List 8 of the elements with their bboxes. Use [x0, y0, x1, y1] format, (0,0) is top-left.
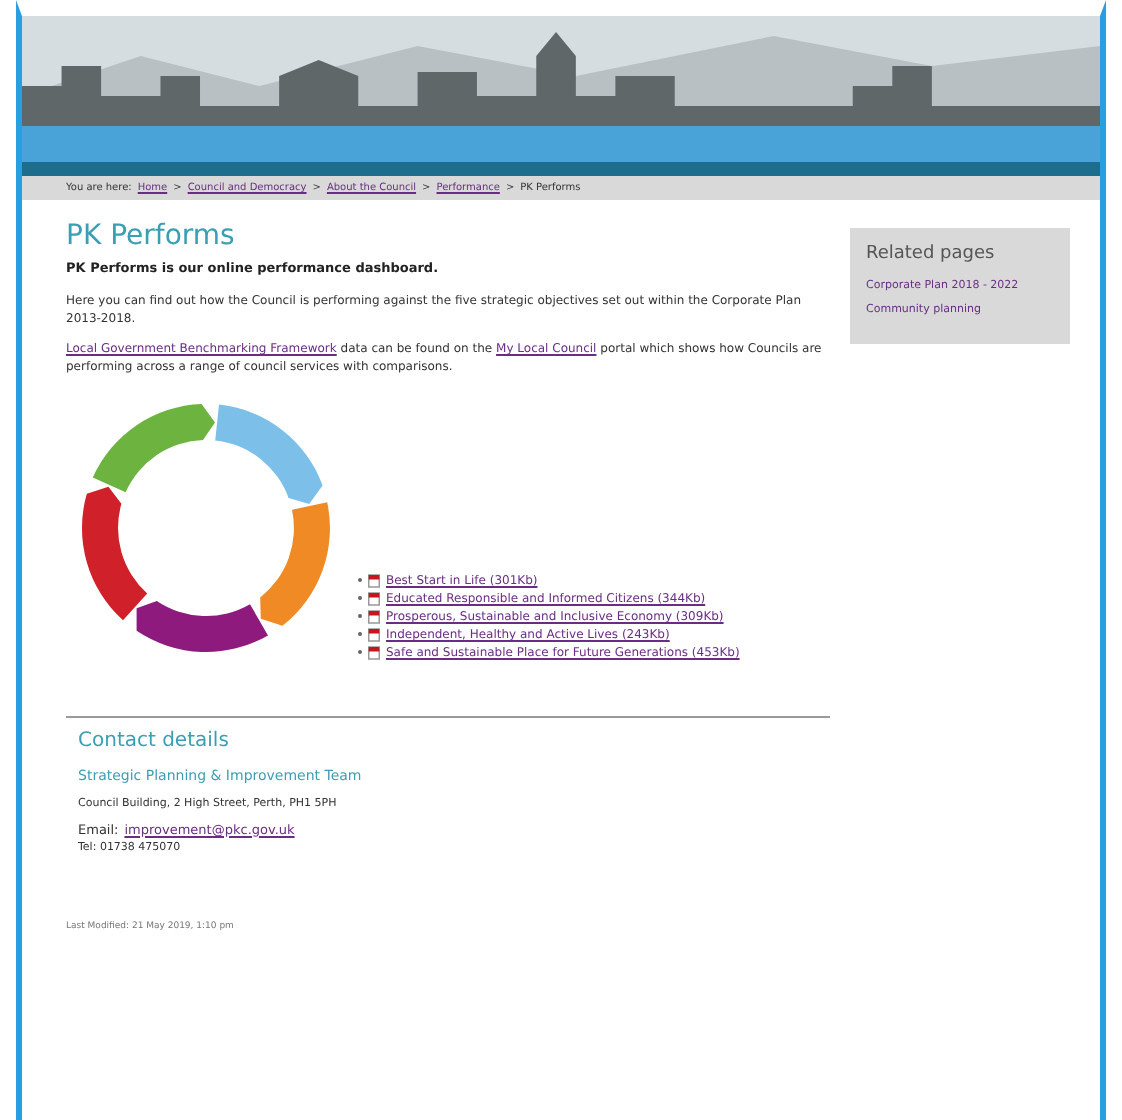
pdf-file-icon	[368, 609, 380, 624]
pdf-file-icon	[368, 591, 380, 606]
page-title: PK Performs	[66, 220, 237, 252]
contact-heading: Contact details	[78, 729, 231, 752]
pdf-file-icon	[368, 573, 380, 588]
pdf-file-icon	[368, 645, 380, 660]
pdf-file-icon	[368, 627, 380, 642]
related-heading: Related pages	[866, 244, 997, 264]
